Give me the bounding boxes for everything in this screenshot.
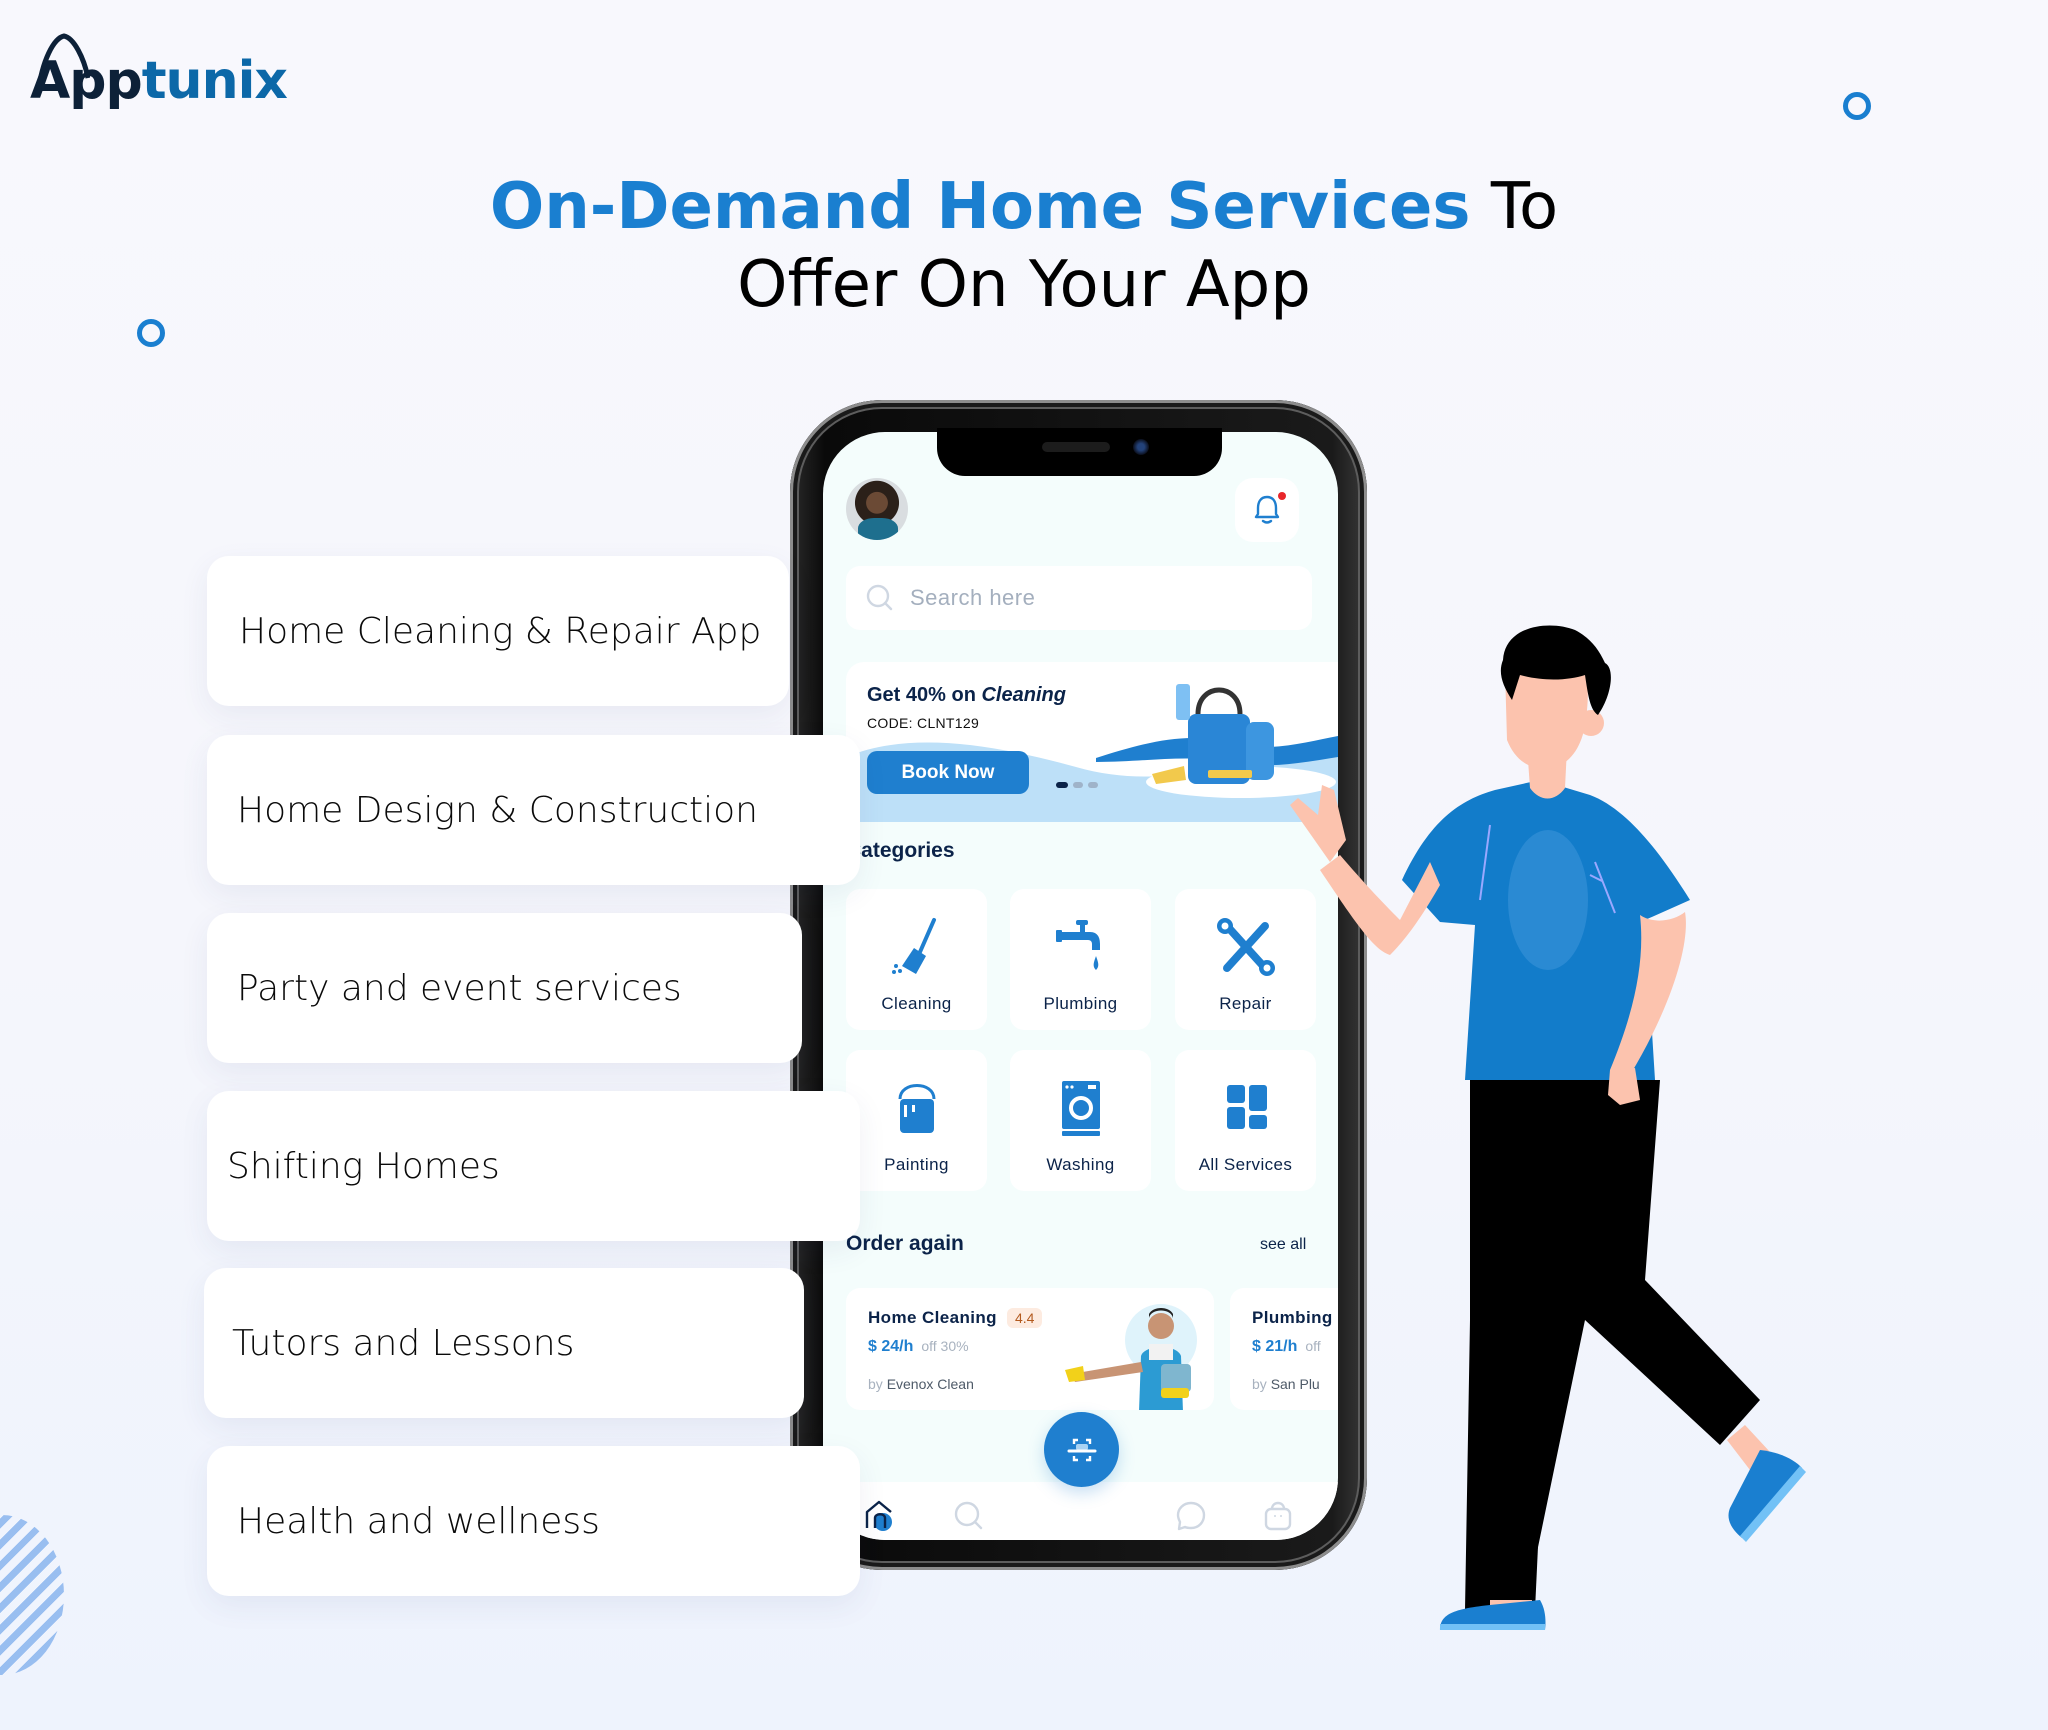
person-shoe-sole <box>1440 1624 1545 1630</box>
service-label: Shifting Homes <box>227 1145 500 1187</box>
category-label: Washing <box>1046 1155 1115 1174</box>
chat-icon <box>1176 1501 1206 1531</box>
scan-icon <box>1067 1438 1096 1461</box>
avatar[interactable] <box>846 478 908 540</box>
phone-speaker <box>1042 442 1110 452</box>
tab-search[interactable] <box>953 1500 985 1537</box>
order-card-home-cleaning[interactable]: Home Cleaning 4.4 $ 24/h off 30% by Evenox… <box>846 1288 1214 1410</box>
phone-notch <box>937 428 1222 476</box>
provider-name: Evenox Clean <box>886 1376 974 1392</box>
faucet-icon <box>1055 920 1100 970</box>
person-shoe <box>1728 1450 1802 1538</box>
category-painting[interactable]: Painting <box>846 1050 987 1191</box>
decor-striped-circle <box>0 1515 64 1675</box>
order-card-title-row: Home Cleaning 4.4 <box>868 1308 1043 1328</box>
service-label: Health and wellness <box>237 1500 600 1542</box>
washing-machine-icon <box>1061 1081 1100 1136</box>
broom-icon <box>891 918 936 974</box>
title-line-1: On-Demand Home Services To <box>0 168 2048 246</box>
home-icon <box>865 1500 892 1531</box>
category-label: Cleaning <box>881 994 952 1013</box>
tools-icon <box>1216 918 1275 976</box>
tab-home[interactable] <box>863 1498 897 1537</box>
bell-icon <box>1254 495 1280 524</box>
category-label: Repair <box>1219 994 1272 1013</box>
order-again-heading: Order again <box>846 1232 964 1255</box>
promo-title: Get 40% on Cleaning <box>867 684 1066 706</box>
search-input[interactable]: Search here <box>846 566 1312 630</box>
order-title: Home Cleaning <box>868 1308 997 1327</box>
service-label: Party and event services <box>237 967 682 1009</box>
carousel-dot[interactable] <box>1088 782 1098 788</box>
search-icon <box>954 1501 983 1530</box>
title-highlight: On-Demand Home Services <box>489 170 1471 244</box>
shopping-bag-icon <box>1264 1501 1292 1531</box>
paint-bucket-icon <box>898 1084 935 1133</box>
service-label: Home Cleaning & Repair App <box>239 610 762 652</box>
tab-bag[interactable] <box>1263 1498 1293 1537</box>
person-pointing-illustration <box>1290 625 1806 1630</box>
order-price-row: $ 24/h off 30% <box>868 1338 969 1356</box>
decor-ring-top-right <box>1843 92 1871 120</box>
order-discount: off 30% <box>921 1338 969 1354</box>
scan-button[interactable] <box>1044 1412 1119 1487</box>
service-card[interactable]: Tutors and Lessons <box>204 1268 804 1418</box>
category-label: All Services <box>1198 1155 1293 1174</box>
order-provider: by Evenox Clean <box>868 1376 974 1392</box>
title-line-2: Offer On Your App <box>737 248 1311 322</box>
bottom-tab-bar <box>823 1482 1338 1540</box>
logo-arc-icon <box>35 33 90 95</box>
phone-screen: Search here Get 40% on Cleaning CODE: CL… <box>823 432 1338 1540</box>
person-hand <box>1290 785 1346 862</box>
cleaner-person-illustration <box>1065 1304 1197 1410</box>
category-label: Painting <box>884 1155 949 1174</box>
service-card[interactable]: Home Cleaning & Repair App <box>207 556 789 706</box>
notification-badge <box>1278 492 1286 500</box>
notification-button[interactable] <box>1235 478 1299 542</box>
rating-badge: 4.4 <box>1006 1308 1043 1328</box>
category-washing[interactable]: Washing <box>1010 1050 1151 1191</box>
tab-chat[interactable] <box>1175 1500 1207 1537</box>
category-cleaning[interactable]: Cleaning <box>846 889 987 1030</box>
service-card[interactable]: Home Design & Construction <box>207 735 860 885</box>
promo-title-emphasis: Cleaning <box>981 684 1066 706</box>
apptunix-logo: App tunix <box>30 32 288 111</box>
promo-banner[interactable]: Get 40% on Cleaning CODE: CLNT129 Book N… <box>846 662 1338 822</box>
search-icon <box>866 584 893 611</box>
book-now-button[interactable]: Book Now <box>867 751 1029 794</box>
shirt-highlight <box>1508 830 1588 970</box>
service-card[interactable]: Party and event services <box>207 913 802 1063</box>
service-label: Tutors and Lessons <box>232 1322 575 1364</box>
person-ear <box>1578 710 1604 736</box>
order-price: $ 24/h <box>868 1338 914 1355</box>
grid-icon <box>1226 1085 1267 1129</box>
logo-text-tunix: tunix <box>141 51 288 111</box>
person-leg-front <box>1465 1080 1760 1610</box>
promo-code: CODE: CLNT129 <box>867 715 980 731</box>
carousel-dot-active[interactable] <box>1056 782 1068 788</box>
service-card[interactable]: Health and wellness <box>207 1446 860 1596</box>
search-placeholder: Search here <box>910 585 1036 610</box>
carousel-dots <box>1056 782 1098 788</box>
category-plumbing[interactable]: Plumbing <box>1010 889 1151 1030</box>
category-label: Plumbing <box>1043 994 1118 1013</box>
phone-camera <box>1133 439 1149 455</box>
title-rest: To <box>1470 170 1559 244</box>
page-title: On-Demand Home Services To Offer On Your… <box>0 168 2048 324</box>
categories-heading: Categories <box>846 839 955 862</box>
service-card[interactable]: Shifting Homes <box>207 1091 860 1241</box>
carousel-dot[interactable] <box>1073 782 1083 788</box>
service-label: Home Design & Construction <box>237 789 758 831</box>
